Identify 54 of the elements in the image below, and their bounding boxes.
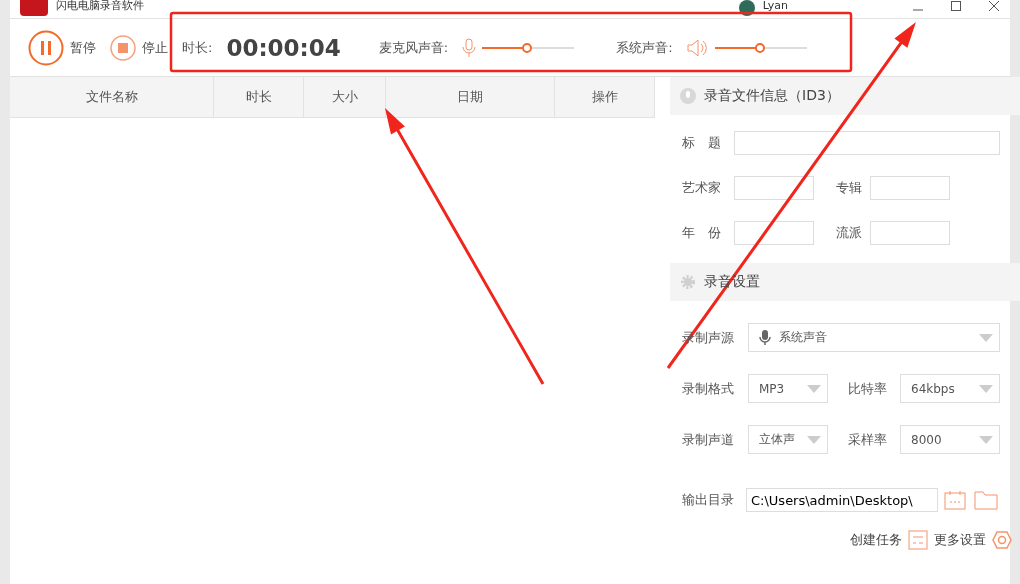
- caret-icon: [979, 435, 993, 444]
- dropdown[interactable]: 64kbps: [900, 374, 1000, 403]
- field-label: 比特率: [848, 379, 888, 398]
- system-volume-label: 系统声音:: [616, 38, 673, 57]
- user-name[interactable]: Lyan: [762, 0, 788, 12]
- field-label: 流派: [836, 224, 863, 242]
- microphone-icon: [462, 37, 477, 58]
- field-label: 录制格式: [682, 379, 735, 398]
- text-field[interactable]: [870, 176, 950, 200]
- field-label: 专辑: [836, 179, 863, 197]
- field-label: 输出目录: [682, 491, 735, 509]
- window-title: 闪电电脑录音软件: [56, 0, 144, 12]
- column-header[interactable]: 操作: [555, 77, 655, 117]
- text-field[interactable]: [734, 131, 1000, 155]
- speaker-icon: [686, 37, 709, 58]
- field-label: 年 份: [682, 224, 722, 242]
- text-field[interactable]: [870, 221, 950, 245]
- settings-icon[interactable]: [992, 530, 1012, 550]
- duration-label: 时长:: [182, 38, 213, 57]
- path-field[interactable]: C:\Users\admin\Desktop\: [746, 488, 938, 512]
- caret-icon: [807, 435, 821, 444]
- pause-button[interactable]: 暂停: [28, 29, 96, 66]
- slider-thumb[interactable]: [522, 42, 533, 53]
- column-header[interactable]: 文件名称: [10, 77, 215, 117]
- create-task-link[interactable]: 创建任务: [850, 531, 902, 549]
- stop-button[interactable]: 停止: [110, 34, 168, 61]
- mic-volume-label: 麦克风声音:: [378, 38, 449, 57]
- maximize-icon[interactable]: [950, 0, 962, 12]
- dropdown[interactable]: 立体声: [748, 425, 828, 454]
- microphone-icon: [759, 329, 771, 346]
- gear-icon: [680, 274, 696, 290]
- dropdown[interactable]: 8000: [900, 425, 1000, 454]
- stop-icon: [110, 34, 136, 61]
- column-header[interactable]: 时长: [214, 77, 305, 117]
- field-label: 录制声道: [682, 430, 735, 449]
- field-label: 采样率: [848, 430, 888, 449]
- dropdown[interactable]: MP3: [748, 374, 828, 403]
- section-title: 录音文件信息（ID3）: [704, 87, 840, 105]
- close-icon[interactable]: [988, 0, 1000, 12]
- field-label: 艺术家: [682, 179, 722, 197]
- field-label: 标 题: [682, 134, 722, 152]
- text-field[interactable]: [734, 221, 814, 245]
- caret-icon: [979, 384, 993, 393]
- info-icon: [680, 88, 696, 104]
- caret-icon: [979, 333, 993, 342]
- caret-icon: [807, 384, 821, 393]
- text-field[interactable]: [734, 176, 814, 200]
- more-settings-link[interactable]: 更多设置: [934, 531, 986, 549]
- calendar-icon[interactable]: [944, 490, 966, 510]
- dropdown[interactable]: 系统声音: [748, 323, 1000, 352]
- duration-value: 00:00:04: [226, 34, 341, 61]
- slider-thumb[interactable]: [754, 42, 765, 53]
- pause-icon: [28, 29, 64, 66]
- app-logo: [20, 0, 48, 16]
